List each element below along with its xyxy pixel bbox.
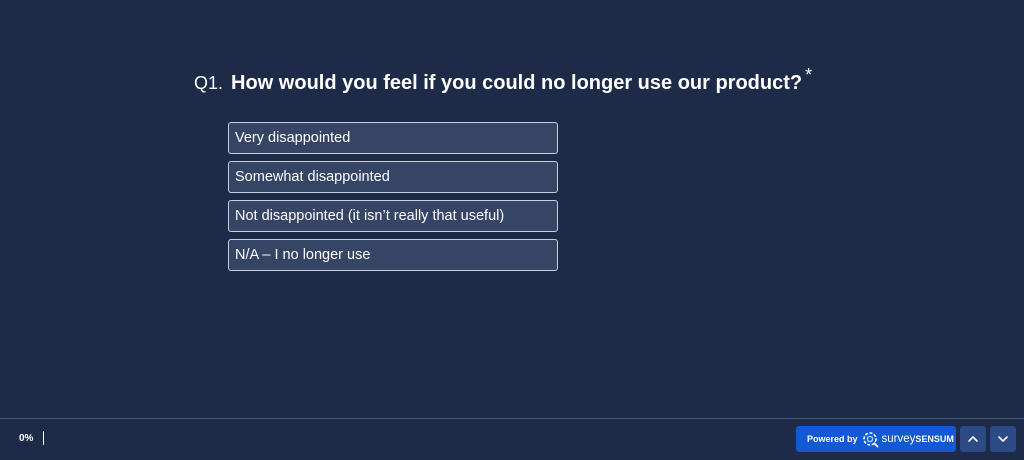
option-label: Very disappointed	[235, 130, 351, 146]
powered-by-button[interactable]: Powered by survey SENSUM	[796, 426, 956, 452]
brand-name-part2: SENSUM	[915, 434, 954, 444]
footer-divider	[0, 418, 1024, 419]
next-question-button[interactable]	[990, 426, 1016, 452]
brand-name-part1: survey	[881, 433, 916, 445]
option-na-no-longer-use[interactable]: N/A – I no longer use	[228, 239, 558, 271]
option-label: Not disappointed (it isn’t really that u…	[235, 208, 505, 224]
option-somewhat-disappointed[interactable]: Somewhat disappointed	[228, 161, 558, 193]
option-not-disappointed[interactable]: Not disappointed (it isn’t really that u…	[228, 200, 558, 232]
option-very-disappointed[interactable]: Very disappointed	[228, 122, 558, 154]
powered-by-label: Powered by	[807, 434, 858, 444]
option-label: Somewhat disappointed	[235, 169, 390, 185]
previous-question-button[interactable]	[960, 426, 986, 452]
question-number: Q1.	[194, 73, 224, 93]
option-label: N/A – I no longer use	[235, 247, 371, 263]
question-text: How would you feel if you could no longe…	[231, 72, 803, 94]
progress-text: 0%	[19, 432, 34, 444]
answer-options: Very disappointed Somewhat disappointed …	[228, 122, 558, 278]
question-header: Q1. How would you feel if you could no l…	[194, 65, 812, 95]
surveysensum-logo-icon	[862, 432, 878, 448]
required-marker: *	[805, 65, 813, 85]
chevron-down-icon	[998, 436, 1008, 442]
chevron-up-icon	[968, 436, 978, 442]
progress-indicator: 0%	[19, 431, 45, 445]
progress-bar	[43, 431, 45, 445]
